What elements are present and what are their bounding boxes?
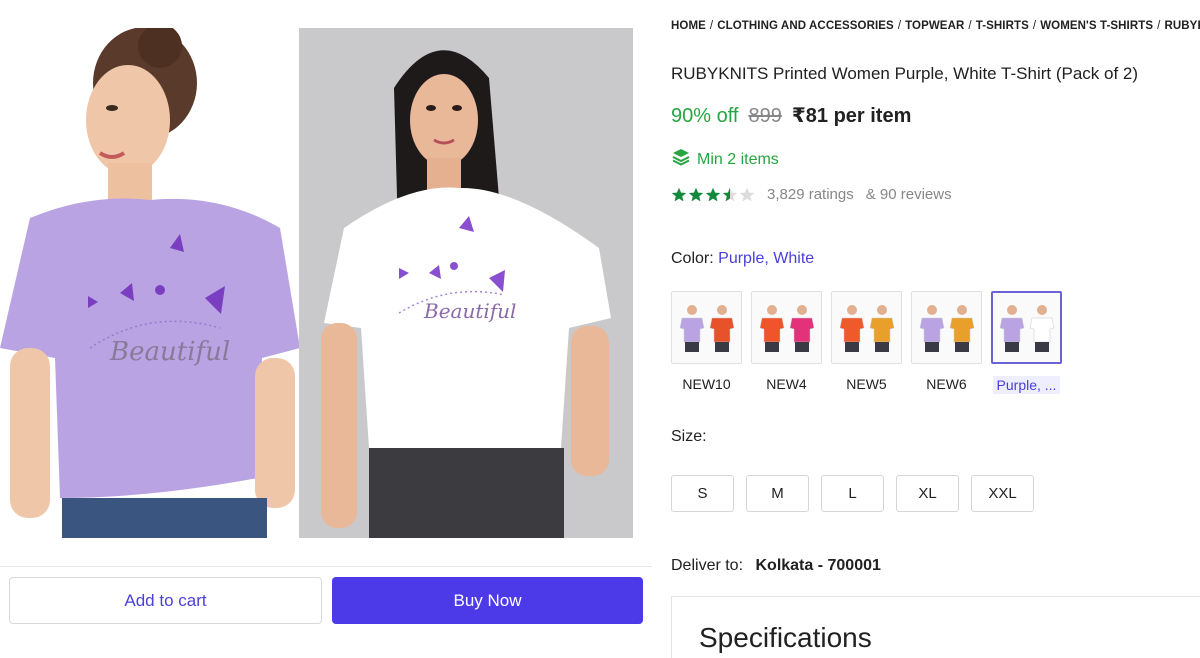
shirt-thumbnail (949, 304, 975, 352)
color-swatch[interactable]: Purple, ... (991, 291, 1062, 394)
shirt-thumbnail (999, 304, 1025, 352)
breadcrumb-separator: / (968, 20, 972, 32)
breadcrumb-separator: / (897, 20, 902, 32)
shirt-thumbnail (789, 304, 815, 352)
color-label-text: Color: (671, 250, 714, 267)
color-swatch[interactable]: NEW4 (751, 291, 822, 394)
color-swatch[interactable]: NEW5 (831, 291, 902, 394)
add-to-cart-button[interactable]: Add to cart (9, 577, 322, 624)
color-swatches: NEW10 NEW4 NEW5 NEW6 Purple, ... (671, 291, 1062, 394)
shirt-thumbnail (869, 304, 895, 352)
product-gallery: Beautiful Beautiful (0, 0, 652, 560)
specifications-title: Specifications (699, 622, 872, 653)
swatch-label: Purple, ... (992, 376, 1061, 394)
color-swatch[interactable]: NEW10 (671, 291, 742, 394)
swatch-label: NEW10 (682, 376, 731, 392)
size-option[interactable]: S (671, 475, 734, 512)
breadcrumb-link[interactable]: WOMEN'S T-SHIRTS (1040, 20, 1153, 32)
breadcrumb-link[interactable]: HOME (671, 20, 706, 32)
swatch-label: NEW4 (766, 376, 807, 392)
size-option[interactable]: M (746, 475, 809, 512)
shirt-thumbnail (1029, 304, 1055, 352)
swatch-label: NEW6 (926, 376, 967, 392)
breadcrumb-separator: / (1157, 20, 1161, 32)
discount-label: 90% off (671, 105, 739, 127)
buy-now-button[interactable]: Buy Now (332, 577, 643, 624)
size-option[interactable]: L (821, 475, 884, 512)
selling-price: ₹81 per item (791, 105, 912, 127)
shirt-thumbnail (919, 304, 945, 352)
size-option[interactable]: XXL (971, 475, 1034, 512)
swatch-thumbnail (911, 291, 982, 364)
rating-row[interactable]: 3,829 ratings & 90 reviews (671, 186, 952, 203)
breadcrumb-link[interactable]: TOPWEAR (905, 20, 964, 32)
left-print-text: Beautiful (109, 337, 230, 367)
size-option[interactable]: XL (896, 475, 959, 512)
breadcrumb-link[interactable]: T-SHIRTS (976, 20, 1029, 32)
product-image-purple[interactable]: Beautiful (0, 28, 300, 538)
color-label: Color: Purple, White (671, 250, 814, 268)
size-label: Size: (671, 428, 707, 445)
breadcrumb-link[interactable]: RUBYKNITS (1164, 20, 1200, 32)
shirt-thumbnail (759, 304, 785, 352)
swatch-label: NEW5 (846, 376, 887, 392)
breadcrumb-separator: / (709, 20, 714, 32)
breadcrumb: HOME / CLOTHING AND ACCESSORIES / TOPWEAR / T-… (671, 20, 1200, 32)
product-title: RUBYKNITS Printed Women Purple, White T-… (671, 64, 1139, 83)
shirt-thumbnail (709, 304, 735, 352)
product-image-white[interactable]: Beautiful (299, 28, 633, 538)
ratings-count: 3,829 ratings (767, 186, 854, 203)
layers-icon (671, 147, 691, 172)
breadcrumb-separator: / (1032, 20, 1037, 32)
product-info: HOME / CLOTHING AND ACCESSORIES / TOPWEAR / T-… (671, 0, 1200, 658)
swatch-thumbnail (991, 291, 1062, 364)
size-options: S M L XL XXL (671, 475, 1034, 512)
reviews-count: & 90 reviews (865, 186, 952, 203)
mrp-price: 899 (748, 105, 782, 127)
star-icon (722, 187, 738, 201)
star-icon (688, 187, 704, 201)
swatch-thumbnail (671, 291, 742, 364)
right-print-text: Beautiful (423, 299, 516, 323)
delivery-location: Kolkata - 700001 (755, 557, 881, 574)
swatch-thumbnail (831, 291, 902, 364)
breadcrumb-link[interactable]: CLOTHING AND ACCESSORIES (717, 20, 894, 32)
rating-stars (671, 187, 755, 203)
shirt-thumbnail (839, 304, 865, 352)
star-icon (739, 187, 755, 201)
selected-color: Purple, White (718, 250, 815, 267)
delivery-row[interactable]: Deliver to: Kolkata - 700001 (671, 557, 881, 575)
min-items-text: Min 2 items (697, 150, 779, 168)
color-swatch[interactable]: NEW6 (911, 291, 982, 394)
swatch-thumbnail (751, 291, 822, 364)
deliver-label: Deliver to: (671, 557, 744, 574)
gallery-divider (0, 566, 652, 567)
price-row: 90% off 899 ₹81 per item (671, 103, 911, 128)
star-icon (671, 187, 687, 201)
min-items-badge: Min 2 items (671, 147, 779, 172)
star-icon (705, 187, 721, 201)
shirt-thumbnail (679, 304, 705, 352)
